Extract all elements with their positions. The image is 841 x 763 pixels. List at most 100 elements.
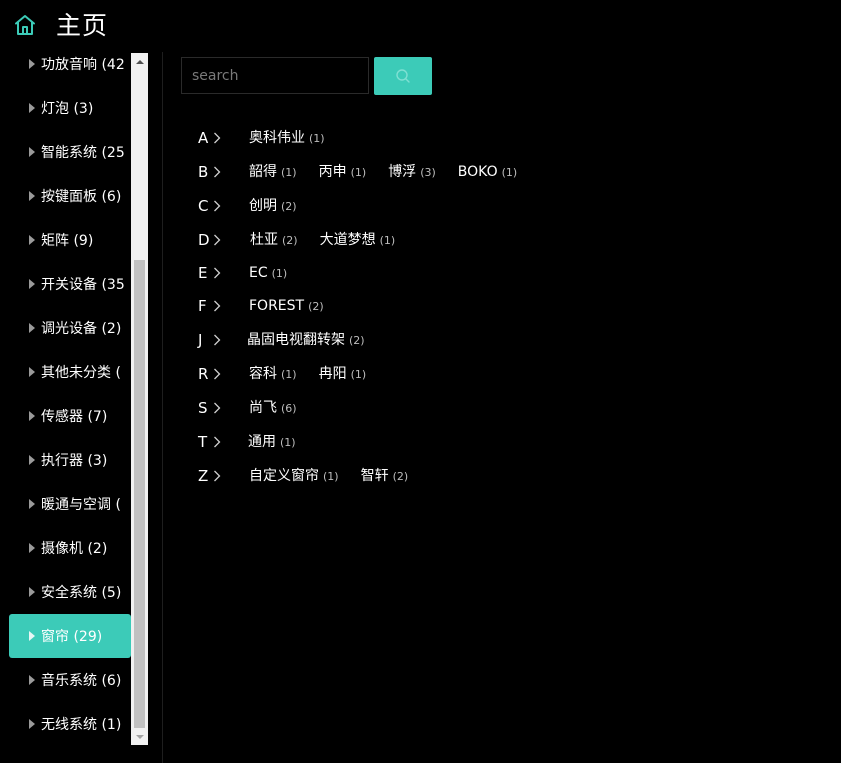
caret-right-icon — [29, 455, 35, 465]
brand-item[interactable]: 晶固电视翻转架 (2) — [247, 329, 365, 351]
caret-right-icon — [29, 59, 35, 69]
brand-item[interactable]: 尚飞 (6) — [249, 397, 297, 419]
brand-items: FOREST (2) — [249, 295, 346, 317]
brand-group-row: T 通用 (1) — [198, 431, 818, 453]
brand-items: 杜亚 (2) 大道梦想 (1) — [250, 229, 417, 251]
brand-name: 自定义窗帘 — [249, 468, 319, 484]
sidebar-item[interactable]: 摄像机 (2) — [9, 526, 131, 570]
brand-items: 创明 (2) — [249, 195, 319, 217]
sidebar-item[interactable]: 音乐系统 (6) — [9, 658, 131, 702]
scroll-up-arrow-icon[interactable] — [131, 53, 148, 70]
page-title: 主页 — [56, 11, 109, 40]
chevron-right-icon — [214, 166, 221, 178]
caret-right-icon — [29, 587, 35, 597]
brand-items: 尚飞 (6) — [249, 397, 319, 419]
brand-item[interactable]: 杜亚 (2) — [250, 229, 298, 251]
brand-count: (2) — [349, 334, 365, 347]
brand-item[interactable]: 奥科伟业 (1) — [249, 127, 325, 149]
brand-name: 晶固电视翻转架 — [247, 332, 345, 348]
brand-items: 晶固电视翻转架 (2) — [247, 329, 387, 351]
brand-name: 韶得 — [249, 164, 277, 180]
sidebar-item[interactable]: 暖通与空调 ( — [9, 482, 131, 526]
scroll-down-arrow-icon[interactable] — [131, 728, 148, 745]
chevron-right-icon — [214, 132, 221, 144]
caret-right-icon — [29, 631, 35, 641]
sidebar-item[interactable]: 其他未分类 ( — [9, 350, 131, 394]
sidebar-item[interactable]: 矩阵 (9) — [9, 218, 131, 262]
caret-right-icon — [29, 367, 35, 377]
chevron-right-icon — [214, 368, 221, 380]
sidebar-item[interactable]: 智能系统 (25 — [9, 130, 131, 174]
caret-right-icon — [29, 719, 35, 729]
sidebar-item[interactable]: 无线系统 (1) — [9, 702, 131, 745]
brand-item[interactable]: 韶得 (1) — [249, 161, 297, 183]
brand-item[interactable]: 博浮 (3) — [388, 161, 436, 183]
caret-right-icon — [29, 279, 35, 289]
brand-name: 杜亚 — [250, 232, 278, 248]
caret-right-icon — [29, 543, 35, 553]
sidebar-scrollbar[interactable] — [131, 53, 148, 745]
brand-count: (1) — [350, 166, 367, 179]
sidebar-item[interactable]: 灯泡 (3) — [9, 86, 131, 130]
brand-item[interactable]: 自定义窗帘 (1) — [249, 465, 339, 487]
brand-group-row: A 奥科伟业 (1) — [198, 127, 818, 149]
sidebar-item[interactable]: 功放音响 (42 — [9, 53, 131, 86]
brand-group-row: E EC (1) — [198, 262, 818, 284]
brand-name: 大道梦想 — [319, 232, 376, 248]
brand-item[interactable]: 大道梦想 (1) — [320, 229, 396, 251]
sidebar-item[interactable]: 窗帘 (29) — [9, 614, 131, 658]
brand-item[interactable]: 创明 (2) — [249, 195, 297, 217]
sidebar-item[interactable]: 执行器 (3) — [9, 438, 131, 482]
sidebar-item-label: 窗帘 (29) — [41, 629, 103, 645]
brand-item[interactable]: EC (1) — [249, 262, 287, 284]
sidebar-item-label: 摄像机 (2) — [41, 541, 108, 557]
brand-item[interactable]: FOREST (2) — [249, 295, 324, 317]
group-letter: R — [198, 365, 209, 383]
caret-right-icon — [29, 411, 35, 421]
brand-name: BOKO — [457, 164, 498, 180]
sidebar-item[interactable]: 调光设备 (2) — [9, 306, 131, 350]
brand-count: (2) — [282, 234, 298, 247]
brand-name: 丙申 — [318, 164, 347, 180]
sidebar-item[interactable]: 开关设备 (35 — [9, 262, 131, 306]
group-letter: B — [198, 163, 209, 181]
sidebar-item[interactable]: 按键面板 (6) — [9, 174, 131, 218]
brand-name: 奥科伟业 — [249, 130, 305, 146]
caret-right-icon — [29, 499, 35, 509]
search-button[interactable] — [374, 57, 432, 95]
brand-item[interactable]: 通用 (1) — [248, 431, 296, 453]
brand-group-row: D 杜亚 (2) 大道梦想 (1) — [198, 229, 818, 251]
sidebar-item-label: 传感器 (7) — [41, 409, 108, 425]
brand-name: 容科 — [249, 366, 277, 382]
brand-items: 通用 (1) — [248, 431, 318, 453]
chevron-right-icon — [214, 436, 221, 448]
home-icon[interactable] — [13, 13, 37, 37]
caret-right-icon — [29, 147, 35, 157]
brand-count: (1) — [281, 368, 297, 381]
brand-item[interactable]: 冉阳 (1) — [319, 363, 367, 385]
group-letter: J — [198, 331, 203, 349]
brand-count: (2) — [281, 200, 297, 213]
chevron-right-icon — [214, 300, 221, 312]
sidebar-item[interactable]: 安全系统 (5) — [9, 570, 131, 614]
caret-right-icon — [29, 323, 35, 333]
scrollbar-thumb[interactable] — [134, 260, 145, 728]
caret-right-icon — [29, 675, 35, 685]
sidebar-item-label: 其他未分类 ( — [41, 365, 121, 381]
sidebar-item[interactable]: 传感器 (7) — [9, 394, 131, 438]
search-icon — [396, 69, 410, 83]
search-input[interactable] — [181, 57, 369, 94]
brand-name: 通用 — [248, 434, 276, 450]
brand-name: 智轩 — [360, 468, 389, 484]
sidebar-item-label: 执行器 (3) — [41, 453, 108, 469]
app-root: 主页 功放音响 (42 灯泡 (3) 智能系统 (25 按键面板 (6) 矩阵 (9) 开… — [0, 0, 841, 763]
brand-name: 创明 — [249, 198, 277, 214]
brand-item[interactable]: 丙申 (1) — [319, 161, 367, 183]
chevron-right-icon — [214, 234, 221, 246]
brand-count: (1) — [350, 368, 367, 381]
group-letter: A — [198, 129, 209, 147]
brand-item[interactable]: 容科 (1) — [249, 363, 297, 385]
brand-item[interactable]: 智轩 (2) — [361, 465, 409, 487]
brand-item[interactable]: BOKO (1) — [458, 161, 517, 183]
brand-name: FOREST — [249, 298, 305, 314]
